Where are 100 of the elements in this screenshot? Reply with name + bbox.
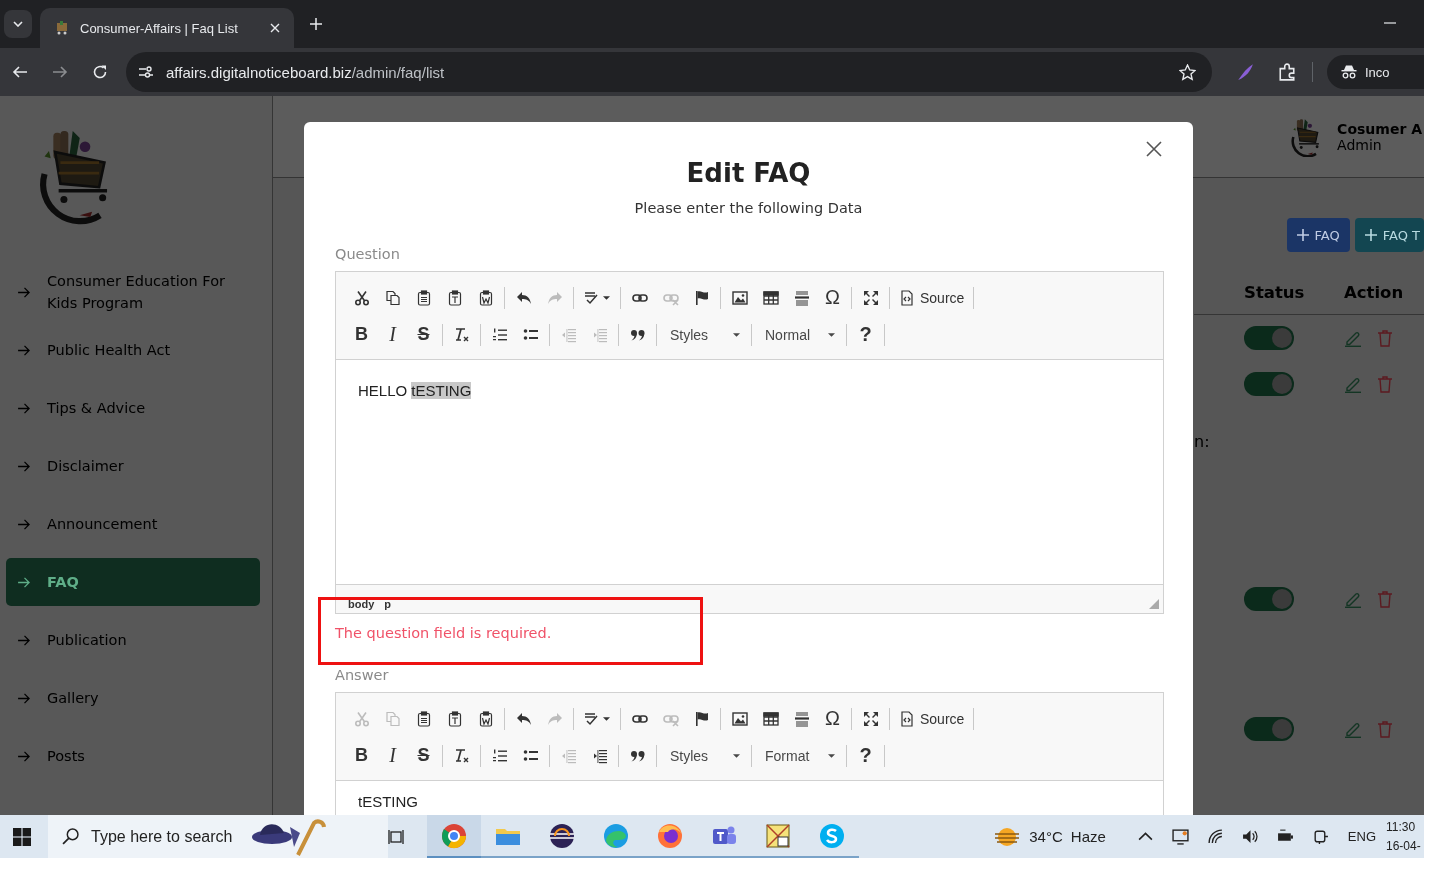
resize-grip-icon[interactable] [1149,599,1159,609]
dropdown[interactable]: Normal [755,321,843,348]
swirl-icon [602,821,630,850]
weather-widget[interactable]: 34°C Haze [993,824,1106,849]
italic-button[interactable]: I [377,742,408,769]
status-toggle[interactable] [1244,717,1294,741]
add-button[interactable]: FAQ T [1354,218,1424,252]
numbered-list-icon [491,326,508,343]
site-settings-icon[interactable] [138,64,154,80]
close-icon[interactable] [1146,141,1162,157]
copy-icon [384,289,401,306]
user-role: Admin [1337,136,1383,153]
arrow-right-icon [18,634,31,646]
task-view-icon[interactable] [388,828,406,845]
arrow-right-icon [18,286,31,298]
status-toggle[interactable] [1244,587,1294,611]
help-button[interactable]: ? [850,742,881,769]
fox-globe-icon [656,821,684,850]
clock[interactable]: 11:30 16-04- [1386,817,1424,856]
help-button[interactable]: ? [850,321,881,348]
wifi-icon[interactable] [1206,828,1224,845]
incognito-profile-button[interactable]: Inco [1327,55,1424,89]
element-path-item[interactable]: body [348,598,375,610]
plus-icon [1364,229,1377,241]
arrow-right-icon [18,518,31,530]
cart-favicon-icon [54,20,70,36]
element-path-item[interactable]: p [384,598,391,610]
clear-format-icon [453,326,470,343]
flag-icon [693,289,710,306]
strikethrough-button[interactable]: S [408,742,439,769]
new-tab-icon[interactable] [310,18,322,30]
image-icon [731,289,748,306]
plus-icon [1296,229,1309,241]
tab-search-button[interactable] [4,10,32,38]
source-doc-icon [899,289,915,306]
bookmark-star-icon[interactable] [1179,63,1196,81]
clipboard-text-icon [446,710,463,727]
input-language[interactable]: ENG [1347,829,1376,844]
dropdown[interactable]: Styles [660,742,748,769]
arrow-right-icon [18,344,31,356]
table-icon [762,710,779,727]
monitor-icon[interactable] [1171,828,1189,845]
redo-icon [546,710,563,727]
arrow-right-icon [18,750,31,762]
maximize-icon [862,710,879,727]
error-message: The question field is required. [335,625,553,641]
caret-icon [733,753,740,758]
striped-circle-icon [548,821,576,850]
strikethrough-button[interactable]: S [408,321,439,348]
maximize-icon [862,289,879,306]
bold-button[interactable]: B [346,742,377,769]
clipboard-text-icon [446,289,463,306]
address-bar[interactable]: affairs.digitalnoticeboard.biz/admin/faq/list [126,52,1212,92]
column-header: Action [1344,282,1405,302]
source-button[interactable]: Source [893,705,971,732]
image-icon [731,710,748,727]
arrow-right-icon [18,576,31,588]
forward-arrow-icon[interactable] [52,64,68,80]
special-character-button[interactable]: Ω [817,284,848,311]
source-button[interactable]: Source [893,284,971,311]
dialog-subtitle: Please enter the following Data [634,200,863,216]
speaker-icon[interactable] [1241,828,1259,845]
bulleted-list-icon [522,326,539,343]
bulleted-list-icon [522,747,539,764]
chevron-down-icon [13,21,23,27]
copy-icon [384,710,401,727]
caret-icon [603,295,610,300]
italic-button[interactable]: I [377,321,408,348]
dropdown[interactable]: Format [755,742,843,769]
status-toggle[interactable] [1244,372,1294,396]
puzzle-piece-icon[interactable] [1278,63,1296,81]
scissors-icon [353,289,370,306]
dialog-title: Edit FAQ [686,158,811,188]
arrow-right-icon [18,692,31,704]
sidebar-item[interactable]: FAQ [6,558,260,606]
feather-icon[interactable] [1236,63,1254,81]
start-windows-icon[interactable] [13,827,31,846]
chat-app-icon [818,821,846,850]
clipboard-word-icon [477,710,494,727]
add-button[interactable]: FAQ [1286,218,1350,252]
browser-tab[interactable]: Consumer-Affairs | Faq List [40,8,294,48]
reload-icon[interactable] [92,64,108,80]
numbered-list-icon [491,747,508,764]
special-character-button[interactable]: Ω [817,705,848,732]
table-icon [762,289,779,306]
taskbar-search-field[interactable]: Type here to search [48,815,388,858]
bold-button[interactable]: B [346,321,377,348]
caret-icon [828,753,835,758]
field-label: Answer [335,667,389,683]
arrow-right-icon [18,402,31,414]
redo-icon [546,289,563,306]
scissors-icon [353,710,370,727]
dropdown[interactable]: Styles [660,321,748,348]
table-cell: n: [1194,432,1210,451]
device-icon[interactable] [1311,828,1329,845]
back-arrow-icon[interactable] [12,64,28,80]
indent-icon [591,326,608,343]
clipboard-icon [415,710,432,727]
envelope-app-icon [764,821,792,850]
status-toggle[interactable] [1244,326,1294,350]
